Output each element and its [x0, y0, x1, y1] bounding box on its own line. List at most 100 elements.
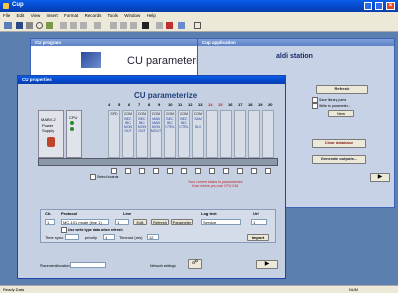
filter-icon[interactable]: [120, 22, 127, 29]
new-record-icon[interactable]: [156, 22, 163, 29]
ok-button[interactable]: ▶: [256, 260, 278, 269]
ch-label: Ch.: [45, 211, 52, 216]
slot-empty[interactable]: [262, 110, 274, 158]
url-field[interactable]: 1: [251, 219, 267, 225]
find-icon[interactable]: [142, 22, 149, 29]
cu-properties-title-bar: CU properties: [18, 76, 285, 84]
cu-program-title: CU program: [35, 40, 62, 45]
clear-database-button[interactable]: Clear database: [312, 139, 366, 148]
new-button[interactable]: New: [328, 110, 354, 117]
parameter-button[interactable]: Parameter: [171, 219, 193, 225]
write-parameter-checkbox[interactable]: [312, 103, 318, 109]
slot-select-checkbox[interactable]: [153, 168, 159, 174]
timeout-field[interactable]: 12: [147, 234, 159, 240]
write-type-checkbox[interactable]: [61, 227, 67, 233]
menu-view[interactable]: View: [31, 13, 41, 18]
slot-select-checkbox[interactable]: [237, 168, 243, 174]
module-name: COM: [123, 112, 133, 116]
slot-select-checkbox[interactable]: [223, 168, 229, 174]
menu-tools[interactable]: Tools: [108, 13, 119, 18]
ch-field[interactable]: 1: [45, 219, 55, 225]
slot-empty[interactable]: [220, 110, 232, 158]
write-type-checkbox-row[interactable]: Use write type data when refresh: [61, 227, 123, 233]
spell-icon[interactable]: [46, 22, 53, 29]
menu-file[interactable]: File: [3, 13, 10, 18]
slot-number: 5: [118, 102, 121, 107]
protocol-select[interactable]: MC-101 mode (line 1): [61, 219, 109, 225]
preview-icon[interactable]: [36, 22, 43, 29]
database-icon[interactable]: [178, 22, 185, 29]
slot-select-checkbox[interactable]: [139, 168, 145, 174]
refresh-button[interactable]: Refresh: [316, 85, 368, 94]
url-label: Url: [253, 211, 259, 216]
cu-program-window: CU program CU parameterize progra: [30, 38, 245, 78]
paste-icon[interactable]: [80, 22, 87, 29]
design-view-icon[interactable]: [4, 22, 12, 29]
write-parameter-checkbox-row[interactable]: Write to parameter...: [312, 103, 351, 109]
close-button[interactable]: ×: [386, 2, 395, 10]
copy-icon[interactable]: [70, 22, 77, 29]
undo-icon[interactable]: [94, 22, 101, 29]
menu-help[interactable]: Help: [147, 13, 156, 18]
network-settings-button[interactable]: ☍: [188, 259, 202, 269]
cpu-module[interactable]: CPU: [66, 110, 82, 158]
menu-insert[interactable]: Insert: [47, 13, 58, 18]
log-label: Log text: [201, 211, 217, 216]
slot-number: 7: [138, 102, 141, 107]
slot-select-checkbox[interactable]: [195, 168, 201, 174]
select-boards-row[interactable]: Select boards: [90, 174, 118, 180]
module-sub: BEC BIC MON OUT: [137, 117, 147, 133]
priority-label: priority: [85, 235, 98, 240]
timeout-label: Timeout (ms): [119, 235, 143, 240]
menu-edit[interactable]: Edit: [17, 13, 25, 18]
cut-icon[interactable]: [60, 22, 67, 29]
slot-number: 10: [168, 102, 173, 107]
cpu-led-icon: [70, 127, 74, 131]
refresh-protocol-button[interactable]: Refresh: [151, 219, 169, 225]
rack-area: 4 5 6 7 8 9 10 11 12 13 14 15 16 17 18 1…: [38, 102, 278, 200]
slot-empty[interactable]: [206, 110, 218, 158]
generate-outputs-button[interactable]: Generate outputs...: [312, 155, 366, 164]
edit-button[interactable]: Edit: [133, 219, 147, 225]
module-name: COM: [179, 112, 189, 116]
time-sync-field[interactable]: [65, 234, 79, 240]
sort-icon[interactable]: [110, 22, 117, 29]
help-icon[interactable]: [194, 22, 201, 29]
power-supply-module[interactable]: MABV-2 Power Supply: [38, 110, 64, 158]
save-icon[interactable]: [16, 22, 23, 29]
minimize-button[interactable]: [364, 2, 372, 10]
slot-empty[interactable]: [234, 110, 246, 158]
slot-select-checkbox[interactable]: [251, 168, 257, 174]
log-select[interactable]: Service: [201, 219, 241, 225]
slot-select-checkbox[interactable]: [167, 168, 173, 174]
rack-rail: [38, 158, 278, 166]
line-field[interactable]: 1: [115, 219, 129, 225]
slot-number: 16: [228, 102, 233, 107]
cpu-led-icon: [70, 121, 74, 125]
slot-spd[interactable]: [108, 110, 120, 158]
slot-select-checkbox[interactable]: [125, 168, 131, 174]
app-ok-button[interactable]: ▶: [370, 173, 390, 182]
module-sub: BEC BIC CTRL: [179, 117, 189, 129]
slot-empty[interactable]: [248, 110, 260, 158]
power-supply-name: MABV-2: [41, 117, 56, 122]
delete-record-icon[interactable]: [166, 22, 173, 29]
maximize-button[interactable]: [375, 2, 383, 10]
menu-format[interactable]: Format: [64, 13, 78, 18]
menu-bar: File Edit View Insert Format Records Too…: [0, 12, 398, 20]
slot-select-checkbox[interactable]: [181, 168, 187, 174]
ok-arrow-icon: ▶: [377, 174, 383, 180]
placement-select[interactable]: [70, 262, 106, 268]
save-library-label: Save library parts: [318, 97, 347, 102]
module-sub: BEC BIC MON OUT: [123, 117, 133, 133]
slot-number: 9: [158, 102, 161, 107]
select-boards-checkbox[interactable]: [90, 174, 96, 180]
import-button[interactable]: Import: [247, 234, 269, 241]
slot-select-checkbox[interactable]: [209, 168, 215, 174]
slot-select-checkbox[interactable]: [265, 168, 271, 174]
print-icon[interactable]: [26, 22, 33, 29]
priority-field[interactable]: 1: [103, 234, 115, 240]
menu-records[interactable]: Records: [85, 13, 102, 18]
menu-window[interactable]: Window: [124, 13, 140, 18]
filter2-icon[interactable]: [130, 22, 137, 29]
